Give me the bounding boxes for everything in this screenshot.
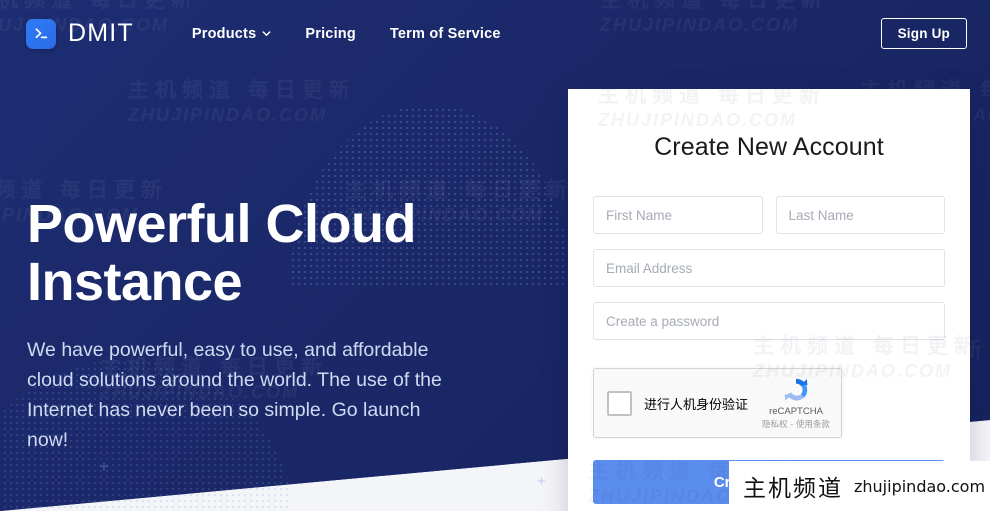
- nav-item-label: Pricing: [305, 25, 356, 42]
- badge-cn-text: 主机频道: [743, 476, 843, 502]
- recaptcha-label: 进行人机身份验证: [644, 397, 749, 413]
- first-name-input[interactable]: [593, 196, 763, 234]
- brand-name: DMIT: [68, 19, 134, 47]
- nav-item-label: Products: [191, 25, 257, 42]
- recaptcha-brand-text: reCAPTCHA: [769, 406, 823, 417]
- email-wrap: [593, 249, 945, 287]
- recaptcha-widget[interactable]: 进行人机身份验证 reCAPTCHA 隐私权 - 使用条款: [593, 368, 842, 438]
- nav-item-term-of-service[interactable]: Term of Service: [390, 26, 501, 42]
- hero-title-line-1: Powerful Cloud: [27, 194, 416, 254]
- last-name-input[interactable]: [775, 196, 945, 234]
- brand[interactable]: DMIT: [26, 18, 134, 49]
- name-row: [593, 196, 945, 234]
- signup-form: Create New Account 进行人机身份验证: [568, 89, 970, 504]
- terminal-prompt-icon: [26, 18, 56, 49]
- email-field[interactable]: [593, 249, 945, 287]
- hero-copy: Powerful Cloud Instance We have powerful…: [27, 194, 457, 455]
- nav-item-products[interactable]: Products: [192, 26, 271, 42]
- password-wrap: [593, 302, 945, 340]
- nav-item-pricing[interactable]: Pricing: [305, 26, 356, 42]
- badge-en-text: zhujipindao.com: [854, 476, 986, 496]
- page-root: + + 主机频道 每日更新 ZHUJIPINDAO.COM 主机频道 每日更新 …: [0, 0, 990, 511]
- nav-item-label: Term of Service: [389, 25, 501, 42]
- recaptcha-branding: reCAPTCHA 隐私权 - 使用条款: [759, 375, 833, 430]
- hero-subtitle: We have powerful, easy to use, and affor…: [27, 338, 442, 452]
- page-title: Powerful Cloud Instance: [27, 194, 457, 312]
- first-name-wrap: [593, 196, 763, 234]
- last-name-wrap: [775, 196, 945, 234]
- site-watermark-badge: 主机频道 zhujipindao.com: [729, 461, 990, 511]
- recaptcha-terms-link[interactable]: 隐私权 - 使用条款: [759, 418, 833, 430]
- main-nav: Products Pricing Term of Service: [192, 26, 501, 42]
- recaptcha-checkbox[interactable]: [607, 390, 632, 416]
- sign-up-button[interactable]: Sign Up: [880, 18, 967, 49]
- recaptcha-icon: [784, 378, 808, 401]
- password-field[interactable]: [593, 302, 945, 340]
- signup-card: 主机频道 每日更新 ZHUJIPINDAO.COM 主机频道 每日更新 ZHUJ…: [568, 89, 970, 511]
- chevron-down-icon: [262, 31, 271, 37]
- plus-decoration: +: [99, 457, 109, 476]
- hero-title-line-2: Instance: [27, 251, 243, 312]
- site-header: DMIT Products Pricing Term of Service Si…: [0, 0, 990, 67]
- plus-decoration-2: +: [537, 473, 546, 490]
- signup-card-title: Create New Account: [654, 133, 884, 161]
